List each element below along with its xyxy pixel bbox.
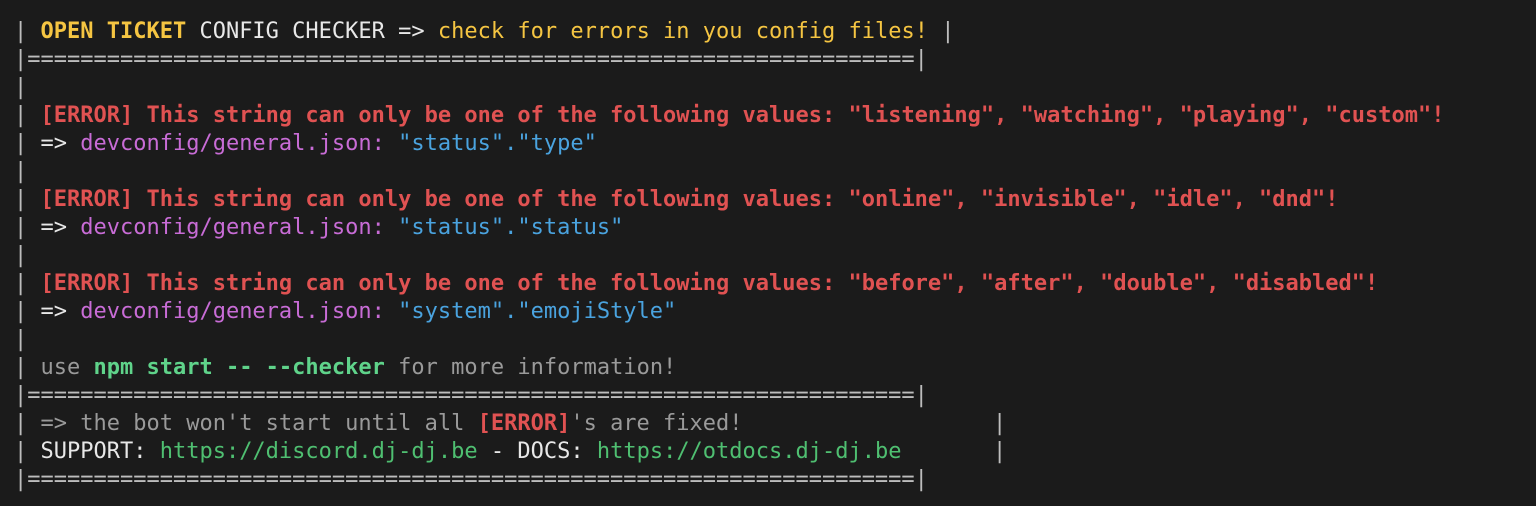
hint-suffix: for more information! [398, 355, 677, 380]
border-pipe: | [14, 299, 28, 324]
error-location-line: | => devconfig/general.json: "status"."s… [14, 214, 623, 242]
border-pipe: | [14, 411, 28, 436]
support-link[interactable]: https://discord.dj-dj.be [160, 439, 478, 464]
terminal-output: | OPEN TICKET CONFIG CHECKER => check fo… [0, 0, 1536, 506]
error-line: | [ERROR] This string can only be one of… [14, 102, 1445, 130]
header-arrow: => [398, 19, 425, 44]
error-message: This string can only be one of the follo… [146, 271, 1379, 296]
border-pipe: | [941, 19, 955, 44]
error-location-line: | => devconfig/general.json: "system"."e… [14, 298, 676, 326]
error-message: This string can only be one of the follo… [146, 187, 1339, 212]
notice-arrow: => [40, 411, 68, 436]
notice-line: | => the bot won't start until all [ERRO… [14, 410, 743, 438]
location-arrow: => [40, 131, 68, 156]
docs-link[interactable]: https://otdocs.dj-dj.be [597, 439, 902, 464]
config-file-path: devconfig/general.json: [80, 215, 385, 240]
border-pipe: | [14, 131, 28, 156]
config-key-path: "status"."type" [398, 131, 597, 156]
location-arrow: => [40, 215, 68, 240]
notice-text-end: 's are fixed! [570, 411, 743, 436]
empty-line: | [14, 75, 28, 100]
border-pipe: | [14, 271, 28, 296]
location-arrow: => [40, 299, 68, 324]
border-pipe: | [14, 439, 28, 464]
checker-command: npm start -- --checker [93, 355, 385, 380]
empty-line: | [14, 159, 28, 184]
config-file-path: devconfig/general.json: [80, 131, 385, 156]
error-label: [ERROR] [40, 187, 134, 212]
header-description: check for errors in you config files! [437, 19, 928, 44]
border-pipe: | [14, 19, 28, 44]
border-pipe: | [14, 215, 28, 240]
config-key-path: "system"."emojiStyle" [398, 299, 677, 324]
links-line: | SUPPORT: https://discord.dj-dj.be - DO… [14, 438, 901, 466]
links-dash: - [490, 439, 505, 464]
header-line: | OPEN TICKET CONFIG CHECKER => check fo… [14, 18, 954, 46]
border-pipe: | [14, 187, 28, 212]
error-location-line: | => devconfig/general.json: "status"."t… [14, 130, 597, 158]
notice-text: the bot won't start until all [80, 411, 465, 436]
support-label: SUPPORT: [40, 439, 147, 464]
error-label: [ERROR] [40, 271, 134, 296]
error-message: This string can only be one of the follo… [146, 103, 1445, 128]
separator-line: |=======================================… [14, 47, 928, 72]
border-pipe: | [14, 355, 28, 380]
hint-prefix: use [40, 355, 81, 380]
error-label: [ERROR] [40, 103, 134, 128]
border-pipe: | [993, 439, 1007, 464]
border-pipe: | [14, 103, 28, 128]
notice-error-label: [ERROR] [477, 411, 571, 436]
empty-line: | [14, 327, 28, 352]
error-line: | [ERROR] This string can only be one of… [14, 270, 1378, 298]
docs-label: DOCS: [517, 439, 584, 464]
empty-line: | [14, 243, 28, 268]
separator-line: |=======================================… [14, 383, 928, 408]
app-subtitle-name: CONFIG CHECKER [199, 19, 385, 44]
separator-line: |=======================================… [14, 467, 928, 492]
config-file-path: devconfig/general.json: [80, 299, 385, 324]
border-pipe: | [993, 411, 1007, 436]
error-line: | [ERROR] This string can only be one of… [14, 186, 1339, 214]
app-title: OPEN TICKET [40, 19, 187, 44]
config-key-path: "status"."status" [398, 215, 624, 240]
hint-line: | use npm start -- --checker for more in… [14, 354, 676, 382]
